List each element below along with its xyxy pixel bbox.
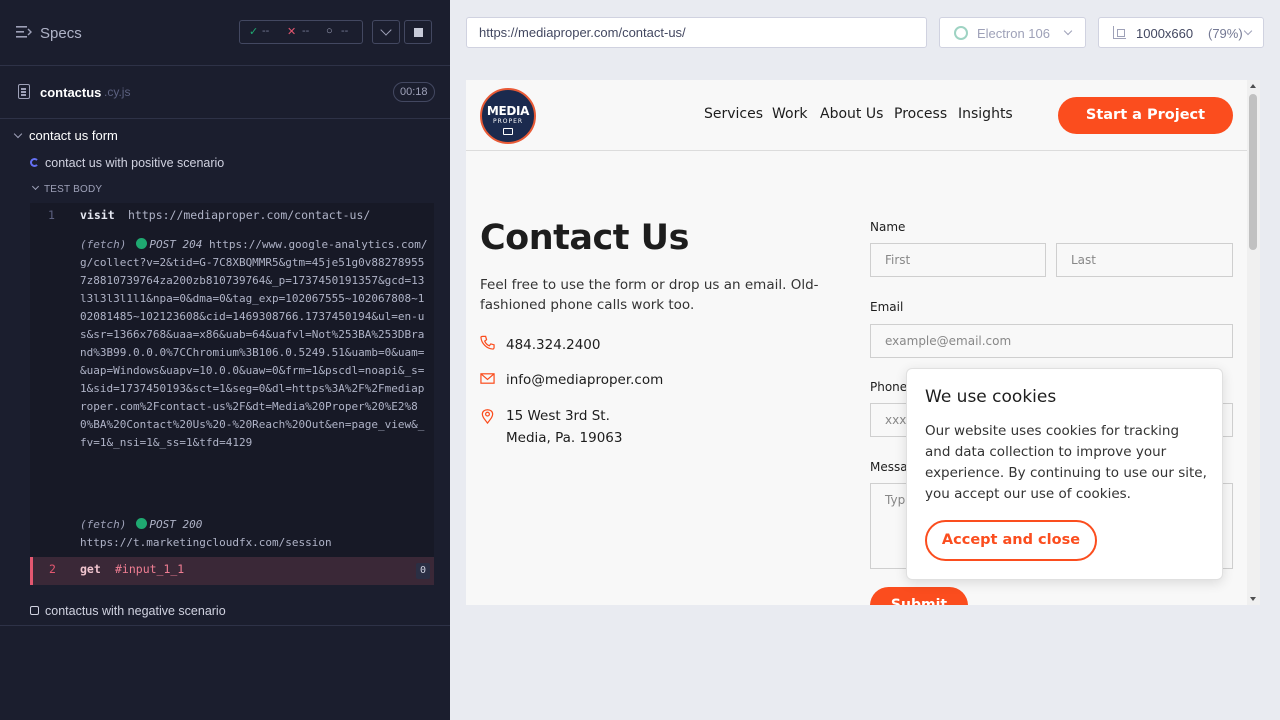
site-scrollbar[interactable] <box>1247 80 1260 605</box>
submit-button[interactable]: Submit <box>870 587 968 605</box>
nav-work[interactable]: Work <box>772 106 807 122</box>
fetch-log-session[interactable]: (fetch) POST 200 https://t.marketingcloudf… <box>80 516 430 552</box>
cookie-title: We use cookies <box>925 387 1057 407</box>
address-line-2: Media, Pa. 19063 <box>506 430 623 446</box>
fetch-url: https://t.marketingcloudfx.com/session <box>80 536 332 549</box>
command-get[interactable]: 2 get #input_1_1 0 <box>30 557 434 585</box>
test-positive[interactable]: contact us with positive scenario <box>30 156 224 170</box>
site-header: MEDIA PROPER Services Work About Us Proc… <box>466 80 1247 151</box>
scroll-down-arrow-icon[interactable] <box>1250 597 1256 601</box>
email-link[interactable]: info@mediaproper.com <box>506 369 663 391</box>
name-label: Name <box>870 220 906 234</box>
failed-x-icon: ✕ <box>287 26 297 38</box>
status-dot-icon <box>136 518 148 529</box>
fetch-log-ga[interactable]: (fetch) POST 204 https://www.google-analy… <box>80 236 430 452</box>
electron-icon <box>954 26 968 40</box>
specs-menu-icon[interactable] <box>16 25 32 39</box>
nav-process[interactable]: Process <box>894 106 947 122</box>
chevron-down-icon <box>1243 26 1253 36</box>
address-line-1: 15 West 3rd St. <box>506 408 610 424</box>
viewport-size: 1000x660 <box>1136 26 1194 41</box>
accept-cookies-button[interactable]: Accept and close <box>925 520 1097 561</box>
website-viewport: MEDIA PROPER Services Work About Us Proc… <box>466 80 1260 605</box>
command-number: 1 <box>48 208 55 222</box>
specs-header: Specs ✓ -- ✕ -- ○ -- <box>0 0 450 66</box>
chevron-down-icon <box>1063 26 1073 36</box>
failed-count: -- <box>302 25 310 37</box>
nav-about-us[interactable]: About Us <box>820 106 883 122</box>
specs-label[interactable]: Specs <box>40 25 82 42</box>
fetch-status: POST 204 <box>149 238 203 251</box>
spec-duration: 00:18 <box>393 82 435 102</box>
fetch-url: https://www.google-analytics.com/g/colle… <box>80 238 428 449</box>
phone-link[interactable]: 484.324.2400 <box>506 334 600 356</box>
fetch-status: POST 200 <box>149 518 203 531</box>
passed-count: -- <box>262 25 270 37</box>
email-input[interactable]: example@email.com <box>870 324 1233 358</box>
command-log: 1 visit https://mediaproper.com/contact-… <box>30 203 434 585</box>
mail-icon <box>480 373 495 384</box>
viewport-icon <box>1113 26 1126 39</box>
phone-icon <box>480 335 495 350</box>
command-name: get <box>80 562 101 576</box>
fetch-tag: (fetch) <box>80 238 127 251</box>
command-message: #input_1_1 <box>115 562 185 576</box>
pending-square-icon <box>30 606 39 615</box>
email-label: Email <box>870 300 904 314</box>
collapse-chevron-button[interactable] <box>372 20 400 44</box>
spec-file-header: contactus .cy.js 00:18 <box>0 67 450 119</box>
app-preview-panel: https://mediaproper.com/contact-us/ Elec… <box>450 0 1280 720</box>
camera-icon <box>503 128 513 135</box>
media-proper-logo[interactable]: MEDIA PROPER <box>480 88 536 144</box>
status-dot-icon <box>136 238 148 249</box>
nav-services[interactable]: Services <box>704 106 763 122</box>
divider <box>0 625 450 626</box>
url-bar[interactable]: https://mediaproper.com/contact-us/ <box>466 17 927 48</box>
viewport-selector[interactable]: 1000x660 (79%) <box>1098 17 1264 48</box>
browser-name: Electron 106 <box>977 26 1050 41</box>
browser-selector[interactable]: Electron 106 <box>939 17 1086 48</box>
spec-file-ext: .cy.js <box>104 85 131 99</box>
test-negative[interactable]: contactus with negative scenario <box>30 604 226 618</box>
cookie-banner: We use cookies Our website uses cookies … <box>906 368 1223 580</box>
command-name: visit <box>80 208 115 222</box>
command-number: 2 <box>49 562 56 576</box>
document-icon <box>18 84 30 99</box>
fetch-tag: (fetch) <box>80 518 127 531</box>
chevron-down-icon <box>13 129 23 139</box>
scrollbar-thumb[interactable] <box>1249 94 1257 250</box>
spec-file-name: contactus <box>40 85 102 100</box>
first-name-input[interactable]: First <box>870 243 1046 277</box>
cookie-text: Our website uses cookies for tracking an… <box>925 423 1207 502</box>
test-body-label[interactable]: TEST BODY <box>31 182 102 195</box>
lead-text: Feel free to use the form or drop us an … <box>480 277 819 313</box>
pending-count: -- <box>341 25 349 37</box>
test-stats: ✓ -- ✕ -- ○ -- <box>239 20 363 44</box>
scroll-up-arrow-icon[interactable] <box>1250 84 1256 88</box>
suite-title[interactable]: contact us form <box>13 128 118 143</box>
running-spinner-icon <box>30 158 39 167</box>
phone-label: Phone <box>870 380 908 394</box>
location-pin-icon <box>481 409 494 424</box>
chevron-down-icon <box>31 182 40 191</box>
nav-insights[interactable]: Insights <box>958 106 1013 122</box>
passed-check-icon: ✓ <box>249 26 259 38</box>
start-project-button[interactable]: Start a Project <box>1058 97 1233 134</box>
message-label: Messa <box>870 460 908 474</box>
last-name-input[interactable]: Last <box>1056 243 1233 277</box>
cypress-runner-panel: Specs ✓ -- ✕ -- ○ -- contactus .cy.js 00… <box>0 0 450 720</box>
command-message: https://mediaproper.com/contact-us/ <box>128 208 371 222</box>
viewport-zoom: (79%) <box>1208 26 1243 41</box>
pending-circle-icon: ○ <box>326 25 333 37</box>
element-count-badge: 0 <box>416 563 430 579</box>
stop-button[interactable] <box>404 20 432 44</box>
page-title: Contact Us <box>480 218 689 258</box>
